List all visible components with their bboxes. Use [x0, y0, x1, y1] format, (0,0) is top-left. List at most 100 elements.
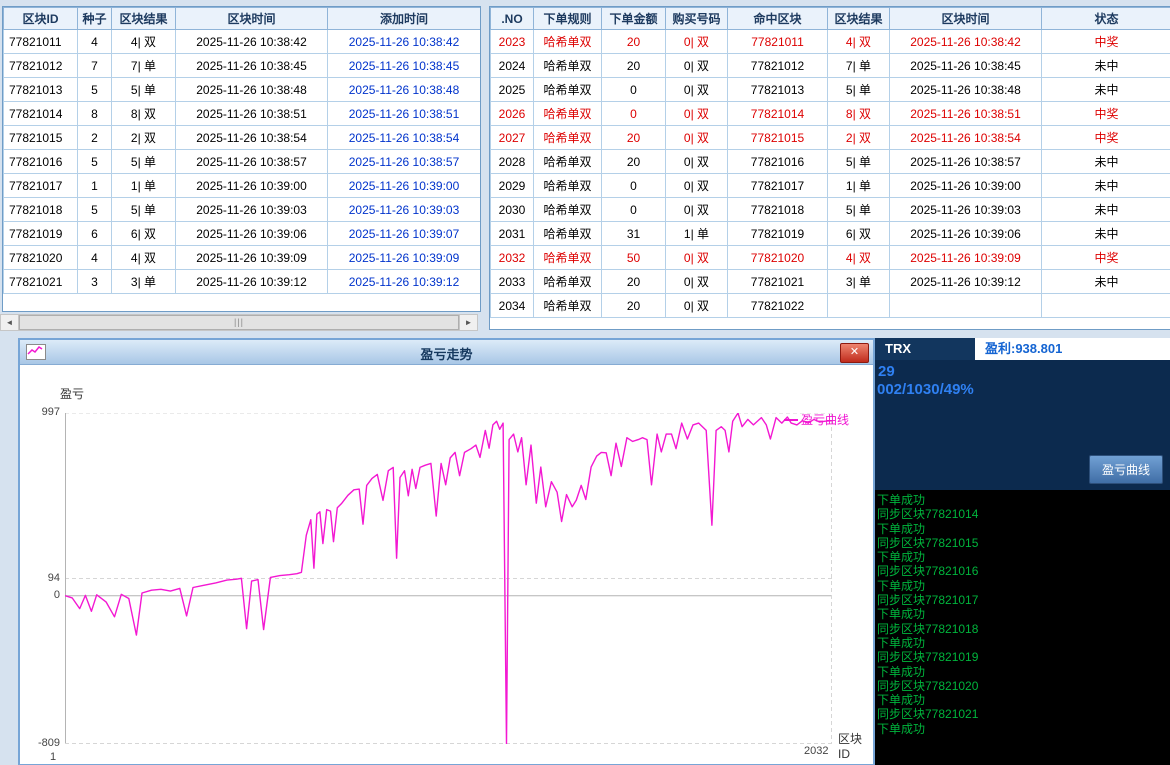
profit-curve-button[interactable]: 盈亏曲线 — [1089, 455, 1163, 484]
order-row[interactable]: 2026哈希单双00| 双778210148| 双2025-11-26 10:3… — [491, 102, 1170, 126]
order-cell: 2025-11-26 10:38:45 — [890, 54, 1042, 78]
log-line: 同步区块77821020 — [877, 679, 1170, 693]
order-cell: 未中 — [1042, 78, 1170, 102]
order-row[interactable]: 2024哈希单双200| 双778210127| 单2025-11-26 10:… — [491, 54, 1170, 78]
order-cell — [828, 294, 890, 318]
order-cell: 中奖 — [1042, 246, 1170, 270]
trx-label: TRX — [875, 338, 975, 360]
block-cell: 1 — [78, 174, 112, 198]
block-cell: 77821016 — [4, 150, 78, 174]
log-line: 下单成功 — [877, 522, 1170, 536]
order-cell: 0| 双 — [666, 198, 728, 222]
block-row[interactable]: 7782102133| 单2025-11-26 10:39:122025-11-… — [4, 270, 481, 294]
order-cell: 8| 双 — [828, 102, 890, 126]
order-row[interactable]: 2029哈希单双00| 双778210171| 单2025-11-26 10:3… — [491, 174, 1170, 198]
log-console: 下单成功同步区块77821014下单成功同步区块77821015下单成功同步区块… — [875, 490, 1170, 765]
order-row[interactable]: 2031哈希单双311| 单778210196| 双2025-11-26 10:… — [491, 222, 1170, 246]
order-row[interactable]: 2027哈希单双200| 双778210152| 双2025-11-26 10:… — [491, 126, 1170, 150]
chart-window-icon — [26, 344, 46, 360]
order-row[interactable]: 2025哈希单双00| 双778210135| 单2025-11-26 10:3… — [491, 78, 1170, 102]
order-cell: 哈希单双 — [534, 78, 602, 102]
block-row[interactable]: 7782101855| 单2025-11-26 10:39:032025-11-… — [4, 198, 481, 222]
order-cell: 1| 单 — [828, 174, 890, 198]
order-cell: 50 — [602, 246, 666, 270]
block-cell: 2025-11-26 10:38:57 — [328, 150, 481, 174]
horizontal-scrollbar[interactable]: ◄ ||| ► — [0, 314, 478, 331]
order-cell: 2025-11-26 10:39:00 — [890, 174, 1042, 198]
orders-column-header[interactable]: 下单规则 — [534, 8, 602, 30]
order-cell: 0 — [602, 102, 666, 126]
order-row[interactable]: 2030哈希单双00| 双778210185| 单2025-11-26 10:3… — [491, 198, 1170, 222]
block-cell: 8 — [78, 102, 112, 126]
block-row[interactable]: 7782102044| 双2025-11-26 10:39:092025-11-… — [4, 246, 481, 270]
orders-column-header[interactable]: 区块结果 — [828, 8, 890, 30]
order-row[interactable]: 2033哈希单双200| 双778210213| 单2025-11-26 10:… — [491, 270, 1170, 294]
order-cell: 2033 — [491, 270, 534, 294]
order-row[interactable]: 2034哈希单双200| 双77821022 — [491, 294, 1170, 318]
order-cell: 77821022 — [728, 294, 828, 318]
log-line: 同步区块77821019 — [877, 650, 1170, 664]
scroll-left-arrow-icon[interactable]: ◄ — [1, 315, 19, 330]
close-icon[interactable]: ✕ — [840, 343, 869, 363]
block-row[interactable]: 7782101711| 单2025-11-26 10:39:002025-11-… — [4, 174, 481, 198]
order-cell: 6| 双 — [828, 222, 890, 246]
blocks-column-header[interactable]: 添加时间 — [328, 8, 481, 30]
block-cell: 2025-11-26 10:38:42 — [176, 30, 328, 54]
block-cell: 4| 双 — [112, 246, 176, 270]
order-row[interactable]: 2032哈希单双500| 双778210204| 双2025-11-26 10:… — [491, 246, 1170, 270]
block-row[interactable]: 7782101488| 双2025-11-26 10:38:512025-11-… — [4, 102, 481, 126]
orders-column-header[interactable]: 下单金额 — [602, 8, 666, 30]
block-cell: 2025-11-26 10:39:03 — [328, 198, 481, 222]
block-cell: 5 — [78, 150, 112, 174]
orders-column-header[interactable]: .NO — [491, 8, 534, 30]
blocks-column-header[interactable]: 区块时间 — [176, 8, 328, 30]
block-cell: 77821017 — [4, 174, 78, 198]
scroll-right-arrow-icon[interactable]: ► — [459, 315, 477, 330]
block-cell: 4| 双 — [112, 30, 176, 54]
block-cell: 2025-11-26 10:39:12 — [176, 270, 328, 294]
orders-column-header[interactable]: 命中区块 — [728, 8, 828, 30]
chart-window-titlebar[interactable]: 盈亏走势 ✕ — [20, 340, 873, 365]
block-cell: 77821020 — [4, 246, 78, 270]
info-line-2: 002/1030/49% — [875, 380, 1170, 398]
block-row[interactable]: 7782101522| 双2025-11-26 10:38:542025-11-… — [4, 126, 481, 150]
order-cell: 2025-11-26 10:39:03 — [890, 198, 1042, 222]
y-tick-label: 997 — [20, 406, 60, 418]
order-cell — [890, 294, 1042, 318]
block-cell: 77821015 — [4, 126, 78, 150]
order-cell: 77821011 — [728, 30, 828, 54]
block-cell: 4 — [78, 246, 112, 270]
order-row[interactable]: 2028哈希单双200| 双778210165| 单2025-11-26 10:… — [491, 150, 1170, 174]
block-row[interactable]: 7782101655| 单2025-11-26 10:38:572025-11-… — [4, 150, 481, 174]
blocks-column-header[interactable]: 区块ID — [4, 8, 78, 30]
block-cell: 2025-11-26 10:38:42 — [328, 30, 481, 54]
block-row[interactable]: 7782101277| 单2025-11-26 10:38:452025-11-… — [4, 54, 481, 78]
order-cell — [1042, 294, 1170, 318]
order-cell: 77821013 — [728, 78, 828, 102]
block-row[interactable]: 7782101355| 单2025-11-26 10:38:482025-11-… — [4, 78, 481, 102]
block-cell: 5| 单 — [112, 78, 176, 102]
order-cell: 未中 — [1042, 150, 1170, 174]
block-cell: 2025-11-26 10:39:03 — [176, 198, 328, 222]
block-row[interactable]: 7782101144| 双2025-11-26 10:38:422025-11-… — [4, 30, 481, 54]
block-cell: 2025-11-26 10:38:48 — [176, 78, 328, 102]
order-cell: 哈希单双 — [534, 54, 602, 78]
block-cell: 3 — [78, 270, 112, 294]
scrollbar-thumb[interactable]: ||| — [19, 315, 459, 330]
order-cell: 2028 — [491, 150, 534, 174]
status-panel-header: TRX 盈利:938.801 — [875, 338, 1170, 360]
block-cell: 1| 单 — [112, 174, 176, 198]
y-tick-label: 94 — [20, 572, 60, 584]
block-row[interactable]: 7782101966| 双2025-11-26 10:39:062025-11-… — [4, 222, 481, 246]
order-cell: 4| 双 — [828, 246, 890, 270]
orders-column-header[interactable]: 状态 — [1042, 8, 1170, 30]
orders-column-header[interactable]: 购买号码 — [666, 8, 728, 30]
blocks-column-header[interactable]: 种子 — [78, 8, 112, 30]
order-row[interactable]: 2023哈希单双200| 双778210114| 双2025-11-26 10:… — [491, 30, 1170, 54]
blocks-column-header[interactable]: 区块结果 — [112, 8, 176, 30]
orders-column-header[interactable]: 区块时间 — [890, 8, 1042, 30]
order-cell: 未中 — [1042, 222, 1170, 246]
order-cell: 3| 单 — [828, 270, 890, 294]
blocks-table: 区块ID种子区块结果区块时间添加时间 7782101144| 双2025-11-… — [2, 6, 481, 312]
order-cell: 20 — [602, 294, 666, 318]
